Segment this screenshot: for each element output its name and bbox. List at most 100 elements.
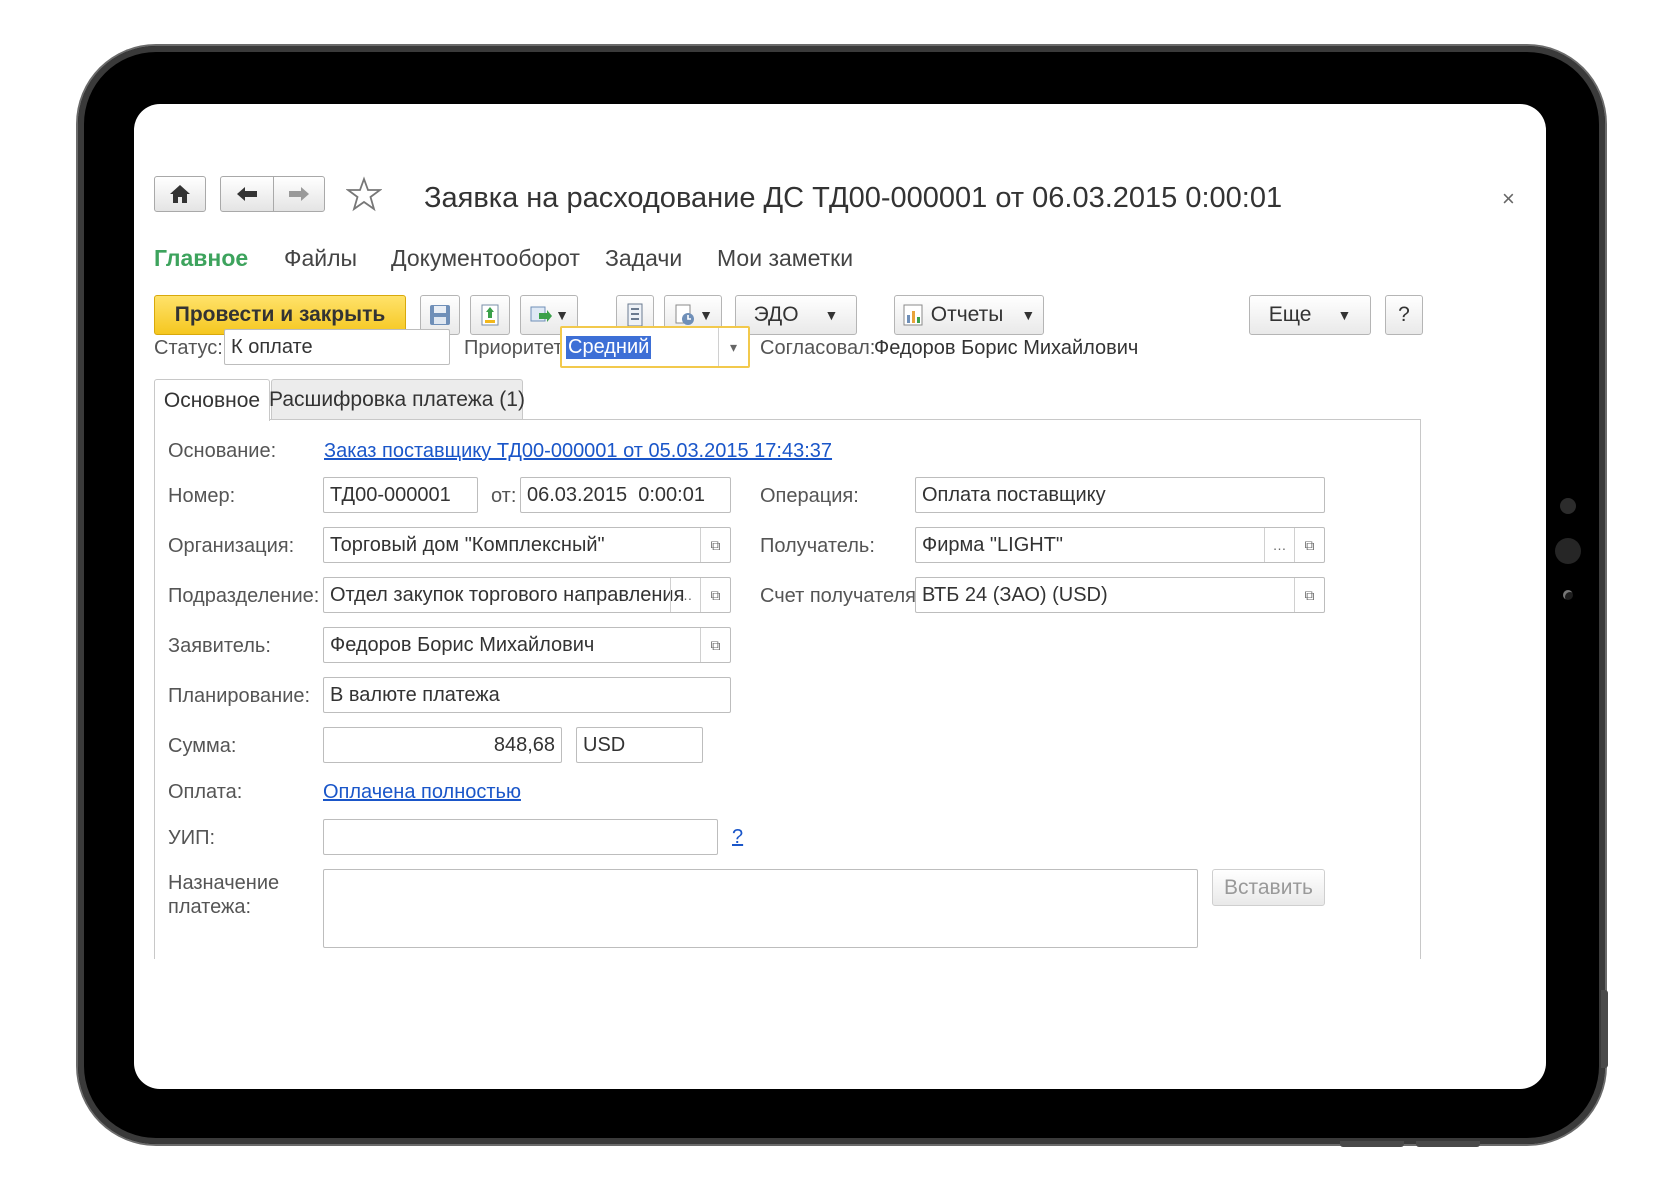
close-icon[interactable]: ×	[1502, 186, 1515, 212]
organization-field[interactable]: Торговый дом "Комплексный" ⧉	[323, 527, 731, 563]
insert-button[interactable]: Вставить	[1212, 869, 1325, 906]
menu-item-notes[interactable]: Мои заметки	[717, 245, 853, 272]
date-field[interactable]: 06.03.2015 0:00:01	[520, 477, 731, 513]
sum-value: 848,68	[493, 733, 555, 756]
open-icon[interactable]: ⧉	[700, 578, 730, 612]
menu-item-tasks[interactable]: Задачи	[605, 245, 682, 272]
basis-link[interactable]: Заказ поставщику ТД00-000001 от 05.03.20…	[324, 440, 832, 463]
applicant-label: Заявитель:	[168, 635, 271, 657]
account-field[interactable]: ВТБ 24 (ЗАО) (USD) ⧉	[915, 577, 1325, 613]
post-button[interactable]	[470, 295, 510, 335]
reports-button[interactable]: Отчеты ▼	[894, 295, 1044, 335]
sum-field[interactable]: 848,68	[323, 727, 562, 763]
department-label: Подразделение:	[168, 585, 320, 607]
open-icon[interactable]: ⧉	[1294, 578, 1324, 612]
priority-label: Приоритет:	[464, 337, 569, 359]
payment-label: Оплата:	[168, 781, 243, 803]
chevron-down-icon[interactable]: ▾	[718, 328, 748, 366]
recipient-value: Фирма "LIGHT"	[922, 533, 1064, 556]
purpose-label-line1: Назначение	[168, 872, 280, 894]
uip-help-link[interactable]: ?	[732, 826, 743, 849]
open-icon[interactable]: ⧉	[700, 528, 730, 562]
organization-value: Торговый дом "Комплексный"	[330, 533, 605, 556]
ellipsis-icon[interactable]: …	[1264, 528, 1294, 562]
approved-label: Согласовал:	[760, 337, 876, 359]
operation-field[interactable]: Оплата поставщику	[915, 477, 1325, 513]
edo-button[interactable]: ЭДО ▼	[735, 295, 857, 335]
sum-label: Сумма:	[168, 735, 237, 757]
open-icon[interactable]: ⧉	[700, 628, 730, 662]
open-icon[interactable]: ⧉	[1294, 528, 1324, 562]
planning-field[interactable]: В валюте платежа	[323, 677, 731, 713]
recipient-field[interactable]: Фирма "LIGHT" … ⧉	[915, 527, 1325, 563]
arrow-right-icon	[289, 187, 309, 201]
priority-select[interactable]: Средний ▾	[560, 326, 750, 368]
account-value: ВТБ 24 (ЗАО) (USD)	[922, 583, 1108, 606]
applicant-field[interactable]: Федоров Борис Михайлович ⧉	[323, 627, 731, 663]
number-field[interactable]: ТД00-000001	[323, 477, 478, 513]
payment-status-link[interactable]: Оплачена полностью	[323, 781, 521, 804]
arrow-left-icon	[237, 187, 257, 201]
edo-label: ЭДО	[753, 303, 799, 326]
insert-label: Вставить	[1223, 875, 1313, 899]
tab-payment-breakdown[interactable]: Расшифровка платежа (1)	[269, 379, 525, 420]
department-field[interactable]: Отдел закупок торгового направления … ⧉	[323, 577, 731, 613]
save-icon	[430, 305, 450, 325]
tablet-side-button	[1601, 990, 1608, 1068]
back-button[interactable]	[220, 176, 274, 212]
account-label: Счет получателя:	[760, 585, 922, 607]
operation-value: Оплата поставщику	[922, 483, 1106, 506]
menu-item-docflow[interactable]: Документооборот	[391, 245, 580, 272]
favorite-star-button[interactable]	[345, 176, 383, 212]
more-button[interactable]: Еще ▼	[1249, 295, 1371, 335]
date-label: от:	[491, 485, 517, 507]
chevron-down-icon: ▼	[1337, 307, 1352, 323]
forward-button[interactable]	[273, 176, 325, 212]
ellipsis-icon[interactable]: …	[670, 578, 700, 612]
report-icon	[903, 304, 923, 326]
document-list-icon	[627, 303, 643, 327]
currency-value: USD	[583, 733, 626, 756]
page-title: Заявка на расходование ДС ТД00-000001 от…	[424, 182, 1283, 214]
applicant-value: Федоров Борис Михайлович	[330, 633, 595, 656]
home-icon	[170, 185, 190, 203]
approved-value: Федоров Борис Михайлович	[874, 337, 1139, 359]
recipient-label: Получатель:	[760, 535, 875, 557]
home-button[interactable]	[154, 176, 206, 212]
tablet-volume-button	[1416, 1141, 1480, 1147]
post-and-close-label: Провести и закрыть	[174, 303, 386, 326]
tablet-sensor	[1560, 498, 1576, 514]
panel-border-left	[154, 419, 155, 959]
purpose-textarea[interactable]	[323, 869, 1198, 948]
panel-border-right	[1420, 419, 1421, 959]
app-screen: Заявка на расходование ДС ТД00-000001 от…	[134, 104, 1546, 1089]
date-value: 06.03.2015 0:00:01	[527, 483, 705, 506]
status-field[interactable]: К оплате	[224, 329, 450, 365]
purpose-label-line2: платежа:	[168, 896, 252, 918]
chevron-down-icon: ▼	[824, 307, 839, 323]
help-button[interactable]: ?	[1385, 295, 1423, 335]
menu-item-files[interactable]: Файлы	[284, 245, 357, 272]
menu-item-main[interactable]: Главное	[154, 245, 248, 272]
create-based-on-icon	[530, 306, 553, 322]
tab-main[interactable]: Основное	[154, 379, 270, 421]
currency-field[interactable]: USD	[576, 727, 703, 763]
basis-label: Основание:	[168, 440, 277, 462]
priority-value: Средний	[566, 335, 652, 359]
chevron-down-icon: ▼	[1021, 307, 1036, 323]
operation-label: Операция:	[760, 485, 859, 507]
tablet-light-sensor	[1563, 590, 1573, 600]
number-label: Номер:	[168, 485, 236, 507]
reports-label: Отчеты	[930, 303, 1004, 326]
tablet-camera	[1555, 538, 1581, 564]
status-value: К оплате	[231, 335, 313, 358]
tablet-volume-button	[1340, 1141, 1404, 1147]
help-label: ?	[1398, 303, 1410, 326]
uip-field[interactable]	[323, 819, 718, 855]
chevron-down-icon: ▼	[555, 307, 569, 323]
uip-label: УИП:	[168, 827, 216, 849]
chevron-down-icon: ▼	[699, 307, 713, 323]
post-document-icon	[481, 304, 499, 326]
print-icon	[675, 304, 695, 325]
department-value: Отдел закупок торгового направления	[330, 583, 685, 606]
